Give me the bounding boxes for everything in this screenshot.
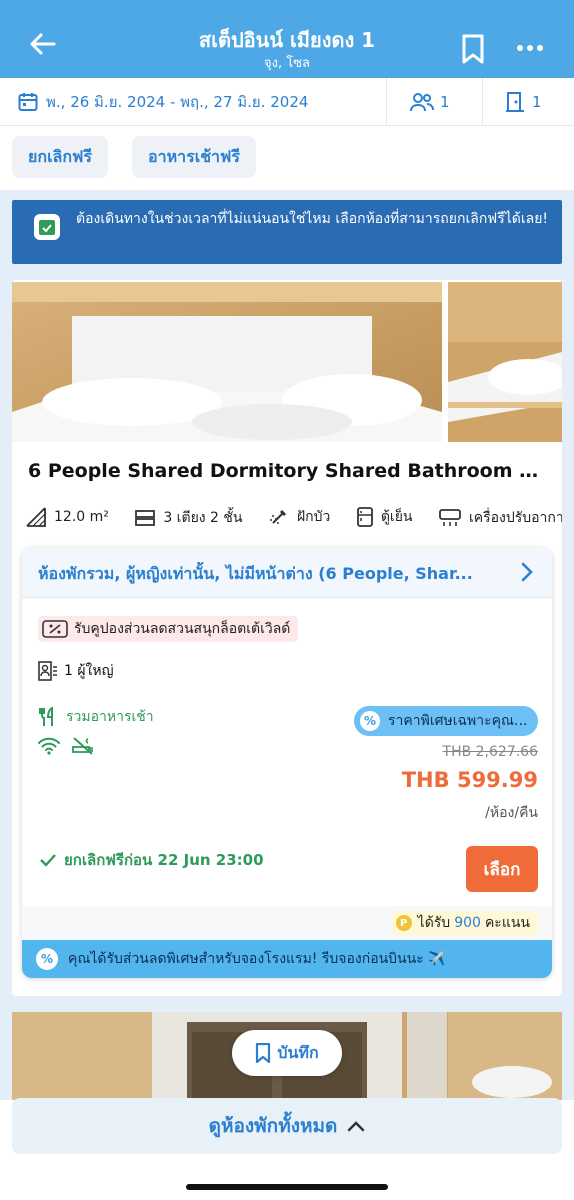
- room-photo-secondary[interactable]: [448, 282, 562, 442]
- fridge-icon: [356, 507, 373, 527]
- area-icon: [26, 507, 46, 527]
- percent-icon: %: [360, 711, 380, 731]
- flight-discount-banner[interactable]: % คุณได้รับส่วนลดพิเศษสำหรับจองโรงแรม! ร…: [22, 940, 552, 978]
- bed-icon: [135, 510, 156, 526]
- room-amenities: 12.0 m² 3 เตียง 2 ชั้น ฝักบัว ตู้เย็น เค…: [26, 506, 562, 532]
- chevron-up-icon: [348, 1121, 365, 1132]
- cancellation-text: ยกเลิกฟรีก่อน 22 Jun 23:00: [64, 851, 264, 869]
- more-dots-icon: [517, 45, 543, 51]
- amenity-area: 12.0 m²: [26, 507, 109, 527]
- rate-features: [38, 736, 94, 756]
- door-icon: [506, 92, 524, 112]
- guests-count: 1: [440, 93, 450, 111]
- search-summary-bar: พ., 26 มิ.ย. 2024 - พฤ., 27 มิ.ย. 2024 1…: [0, 78, 574, 126]
- special-price-badge[interactable]: % ราคาพิเศษเฉพาะคุณ...: [354, 706, 538, 736]
- back-button[interactable]: [20, 24, 64, 64]
- percent-icon: %: [36, 948, 58, 970]
- points-value: 900: [454, 915, 481, 931]
- view-all-label: ดูห้องพักทั้งหมด: [208, 1115, 338, 1137]
- wifi-icon: [38, 737, 60, 755]
- calendar-check-icon: [34, 214, 60, 240]
- bookmark-icon: [256, 1043, 271, 1063]
- date-range-selector[interactable]: พ., 26 มิ.ย. 2024 - พฤ., 27 มิ.ย. 2024: [18, 78, 398, 126]
- guests-selector[interactable]: 1: [410, 78, 480, 126]
- coupon-badge: รับคูปองส่วนลดสวนสนุกล็อตเต้เวิลด์: [38, 616, 299, 642]
- calendar-icon: [18, 93, 38, 111]
- points-suffix: คะแนน: [484, 915, 530, 931]
- coupon-text: รับคูปองส่วนลดสวนสนุกล็อตเต้เวิลด์: [74, 621, 291, 637]
- occupancy: 1 ผู้ใหญ่: [38, 660, 114, 682]
- fork-knife-icon: [39, 707, 53, 726]
- no-smoking-icon: [72, 737, 93, 755]
- room-card: 6 People Shared Dormitory Shared Bathroo…: [12, 280, 562, 996]
- save-button[interactable]: บันทึก: [232, 1030, 342, 1076]
- amenity-beds: 3 เตียง 2 ชั้น: [135, 507, 242, 529]
- amenity-label: ตู้เย็น: [380, 509, 413, 525]
- breakfast-included: รวมอาหารเช้า: [38, 706, 154, 728]
- guests-icon: [410, 93, 434, 112]
- status-bar: [0, 0, 574, 8]
- rate-offer-title: ห้องพักรวม, ผู้หญิงเท่านั้น, ไม่มีหน้าต่…: [38, 564, 473, 583]
- current-price: THB 599.99: [401, 768, 538, 792]
- filter-chips: ยกเลิกฟรี อาหารเช้าฟรี: [0, 136, 574, 180]
- shower-icon: [269, 509, 286, 524]
- home-indicator: [186, 1184, 388, 1190]
- arrow-left-icon: [30, 33, 56, 55]
- special-price-text: ราคาพิเศษเฉพาะคุณ...: [388, 713, 528, 729]
- more-options-button[interactable]: [510, 38, 550, 58]
- amenity-label: 3 เตียง 2 ชั้น: [163, 510, 243, 526]
- save-label: บันทึก: [277, 1042, 319, 1062]
- check-icon: [40, 854, 56, 867]
- room-photo-main[interactable]: [12, 282, 442, 442]
- view-all-rooms-button[interactable]: ดูห้องพักทั้งหมด: [12, 1098, 562, 1154]
- rate-offer-card: ห้องพักรวม, ผู้หญิงเท่านั้น, ไม่มีหน้าต่…: [22, 548, 552, 978]
- amenity-label: เครื่องปรับอากาศ: [468, 510, 562, 526]
- free-cancellation-info: ยกเลิกฟรีก่อน 22 Jun 23:00: [40, 848, 264, 872]
- coin-icon: P: [395, 915, 412, 931]
- flexible-booking-notice: ต้องเดินทางในช่วงเวลาที่ไม่แน่นอนใช่ไหม …: [12, 200, 562, 264]
- rate-offer-header[interactable]: ห้องพักรวม, ผู้หญิงเท่านั้น, ไม่มีหน้าต่…: [22, 548, 552, 598]
- breakfast-text: รวมอาหารเช้า: [66, 709, 154, 725]
- select-room-button[interactable]: เลือก: [466, 846, 538, 892]
- points-prefix: ได้รับ: [417, 915, 451, 931]
- notice-text: ต้องเดินทางในช่วงเวลาที่ไม่แน่นอนใช่ไหม …: [76, 211, 549, 227]
- room-photo-image: [448, 282, 562, 442]
- date-range-text: พ., 26 มิ.ย. 2024 - พฤ., 27 มิ.ย. 2024: [46, 93, 309, 111]
- occupancy-text: 1 ผู้ใหญ่: [64, 663, 114, 679]
- amenity-shower: ฝักบัว: [269, 506, 330, 528]
- rooms-selector[interactable]: 1: [506, 78, 566, 126]
- air-conditioner-icon: [439, 509, 461, 526]
- rooms-count: 1: [532, 93, 542, 111]
- amenity-label: ฝักบัว: [296, 509, 331, 525]
- original-price: THB 2,627.66: [442, 744, 538, 760]
- amenity-fridge: ตู้เย็น: [356, 506, 413, 528]
- reward-points-badge: P ได้รับ 900 คะแนน: [391, 911, 538, 935]
- hotel-location: จุง, โซล: [263, 56, 310, 71]
- room-photo-image: [12, 282, 442, 442]
- divider: [482, 78, 483, 126]
- chevron-right-icon: [521, 562, 533, 582]
- banner-text: คุณได้รับส่วนลดพิเศษสำหรับจองโรงแรม! รีบ…: [68, 951, 446, 967]
- amenity-label: 12.0 m²: [54, 509, 109, 525]
- room-title: 6 People Shared Dormitory Shared Bathroo…: [28, 460, 548, 482]
- discount-tag-icon: [42, 620, 68, 638]
- bookmark-icon: [462, 34, 484, 64]
- divider: [386, 78, 387, 126]
- points-row: P ได้รับ 900 คะแนน: [22, 906, 552, 940]
- amenity-air-conditioner: เครื่องปรับอากาศ: [439, 507, 562, 529]
- bookmark-button[interactable]: [458, 32, 488, 66]
- filter-free-cancellation[interactable]: ยกเลิกฟรี: [12, 136, 108, 178]
- app-header: สเต็ปอินน์ เมียงดง 1 จุง, โซล: [0, 8, 574, 78]
- price-unit: /ห้อง/คืน: [485, 805, 538, 821]
- adult-icon: [38, 661, 57, 681]
- filter-free-breakfast[interactable]: อาหารเช้าฟรี: [132, 136, 256, 178]
